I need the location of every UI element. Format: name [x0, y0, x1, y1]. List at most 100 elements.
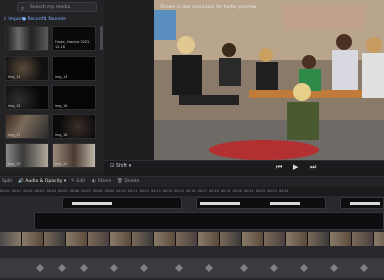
search-icon: ⌕ [21, 5, 25, 12]
ruler-tick: 00:01 [11, 189, 22, 193]
skip-forward-icon: ⏭ [310, 163, 317, 171]
video-thumbnail [88, 232, 110, 246]
video-thumbnail [44, 232, 66, 246]
audio-opacity-button[interactable]: 🔊 Audio & Opacity ▾ [18, 177, 66, 186]
video-thumbnail [22, 232, 44, 246]
video-thumbnail [132, 232, 154, 246]
ruler-tick: 00:11 [127, 189, 138, 193]
video-thumbnail [220, 232, 242, 246]
ruler-tick: 00:02 [23, 189, 33, 193]
chevron-down-icon: ▾ [63, 179, 67, 184]
next-frame-button[interactable]: ⏭ [310, 163, 316, 172]
video-thumbnail [198, 232, 220, 246]
ruler-tick: 00:22 [255, 189, 266, 193]
ruler-tick: 00:17 [197, 189, 208, 193]
clip-marker [350, 202, 380, 205]
edit-button[interactable]: ✎ Edit [71, 177, 85, 186]
clip-marker [200, 202, 240, 205]
audio-waveform [360, 264, 368, 272]
video-track-clip[interactable] [0, 232, 384, 246]
video-thumbnail [110, 232, 132, 246]
audio-waveform [140, 264, 148, 272]
video-thumbnail [242, 232, 264, 246]
video-thumbnail [308, 232, 330, 246]
zoom-select[interactable]: ⊡ Shift ▾ [110, 163, 131, 169]
ruler-tick: 00:10 [116, 189, 126, 193]
clip-marker [270, 202, 300, 205]
clip-marker [72, 202, 112, 205]
ruler-tick: 00:23 [267, 189, 277, 193]
ruler-tick: 00:21 [244, 189, 254, 193]
video-thumbnail [176, 232, 198, 246]
media-item[interactable]: img_16 [52, 85, 96, 110]
media-item[interactable]: img_14 [52, 56, 96, 81]
tab-import[interactable]: ⇩ Import [3, 15, 24, 24]
video-preview[interactable] [154, 0, 384, 160]
media-scrollbar[interactable] [100, 26, 103, 50]
trash-icon: 🗑 [117, 179, 123, 184]
ruler-tick: 00:18 [209, 189, 219, 193]
filters-button[interactable]: ◐ Filters [92, 177, 111, 186]
ruler-tick: 00:04 [46, 189, 57, 193]
ruler-tick: 00:05 [58, 189, 68, 193]
media-item[interactable] [5, 26, 49, 51]
media-item[interactable]: img_15 [5, 85, 49, 110]
search-input[interactable]: ⌕ Search my media [17, 2, 97, 12]
overlay-track-clip[interactable] [34, 212, 384, 230]
edit-icon: ✎ [71, 179, 75, 184]
audio-waveform [58, 264, 66, 272]
media-item[interactable]: img_17 [5, 114, 49, 139]
ruler-tick: 00:09 [104, 189, 115, 193]
media-item[interactable]: img_18 [52, 114, 96, 139]
media-item[interactable]: img_19 [5, 143, 49, 168]
preview-resolution-note: Shown in low resolution for faster previ… [160, 5, 257, 10]
ruler-tick: 00:03 [34, 189, 45, 193]
ruler-tick: 00:07 [81, 189, 91, 193]
audio-waveform [205, 264, 213, 272]
video-thumbnail [374, 232, 384, 246]
ruler-tick: 00:12 [139, 189, 150, 193]
split-button[interactable]: Split [2, 177, 12, 186]
ruler-tick: 00:13 [151, 189, 161, 193]
audio-waveform [300, 264, 308, 272]
ruler-tick: 00:16 [186, 189, 196, 193]
preview-frame [154, 0, 384, 160]
video-thumbnail [286, 232, 308, 246]
ruler-tick: 00:08 [93, 189, 103, 193]
media-item[interactable]: img_13 [5, 56, 49, 81]
audio-track-clip[interactable] [0, 258, 384, 278]
ruler-tick: 00:19 [220, 189, 231, 193]
delete-button[interactable]: 🗑 Delete [117, 177, 139, 186]
filters-icon: ◐ [92, 179, 97, 184]
transport-bar [104, 160, 384, 177]
tab-record[interactable]: ● Record [22, 15, 43, 24]
ruler-tick: 00:24 [279, 189, 289, 193]
media-item[interactable]: img_20 [52, 143, 96, 168]
audio-waveform [175, 264, 183, 272]
audio-waveform [330, 264, 338, 272]
play-button[interactable]: ▶ [293, 163, 298, 171]
skip-back-icon: ⏮ [276, 163, 283, 171]
video-thumbnail [66, 232, 88, 246]
video-thumbnail [0, 232, 22, 246]
audio-waveform [36, 264, 44, 272]
speaker-icon: 🔊 [18, 179, 24, 184]
ruler-tick: 00:06 [69, 189, 80, 193]
video-thumbnail [264, 232, 286, 246]
ruler-tick: 00:20 [232, 189, 243, 193]
ruler-tick: 00:00 [0, 189, 10, 193]
video-thumbnail [352, 232, 374, 246]
media-item[interactable]: Fussa_ fascino 2023-12-16 [52, 26, 96, 51]
prev-frame-button[interactable]: ⏮ [276, 163, 282, 172]
video-thumbnail [154, 232, 176, 246]
audio-waveform [110, 264, 118, 272]
play-icon: ▶ [293, 163, 299, 171]
audio-waveform [80, 264, 88, 272]
search-placeholder: Search my media [30, 5, 71, 10]
audio-waveform [270, 264, 278, 272]
audio-waveform [240, 264, 248, 272]
ruler-tick: 00:15 [174, 189, 184, 193]
tab-name-sort[interactable]: ⇅ Namele [43, 15, 66, 24]
ruler-tick: 00:14 [162, 189, 173, 193]
video-thumbnail [330, 232, 352, 246]
